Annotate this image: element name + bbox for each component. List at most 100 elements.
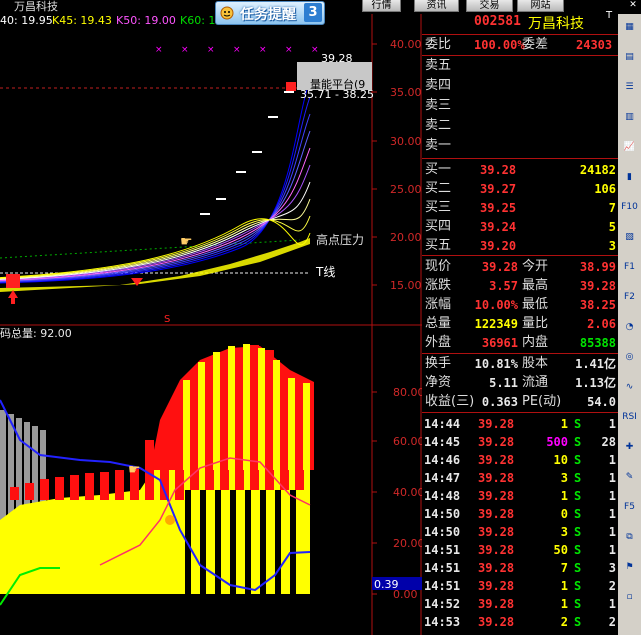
yellow-bar bbox=[296, 490, 304, 594]
ma-curve bbox=[0, 79, 311, 284]
note-icon[interactable]: ▧ bbox=[620, 228, 639, 247]
spacer-icon[interactable]: ▫ bbox=[620, 588, 639, 607]
fin-value: 10.81% bbox=[474, 357, 518, 371]
signal-marker: × bbox=[155, 45, 163, 55]
tick-count: 1 bbox=[608, 543, 616, 557]
buy-row[interactable]: 买四 39.24 5 bbox=[422, 218, 618, 236]
stock-name: 万昌科技 bbox=[528, 16, 584, 32]
tick-row[interactable]: 14:47 39.28 3 S 1 bbox=[422, 469, 618, 487]
fin-label: 流通 bbox=[522, 375, 549, 390]
fin-value: 54.0 bbox=[587, 395, 616, 409]
plus-icon[interactable]: ✚ bbox=[620, 438, 639, 457]
fin-label: 换手 bbox=[425, 356, 452, 371]
tick-row[interactable]: 14:51 39.28 50 S 1 bbox=[422, 541, 618, 559]
fin-label: 收益(三) bbox=[425, 394, 475, 409]
red-bar bbox=[10, 487, 19, 500]
tick-row[interactable]: 14:45 39.28 500 S 28 bbox=[422, 433, 618, 451]
tick-volume: 1 bbox=[560, 489, 568, 503]
tick-time: 14:52 bbox=[424, 597, 461, 611]
tick-row[interactable]: 14:50 39.28 3 S 1 bbox=[422, 523, 618, 541]
sell-row[interactable]: 卖二 bbox=[422, 117, 618, 135]
bar-chart-icon[interactable]: ▥ bbox=[620, 108, 639, 127]
signal-marker: × bbox=[207, 45, 215, 55]
f5-icon[interactable]: F5 bbox=[620, 498, 639, 517]
stat-label: 量比 bbox=[522, 316, 549, 331]
buy-arrow-icon bbox=[8, 290, 18, 304]
tick-side: S bbox=[574, 435, 582, 449]
tick-price: 39.28 bbox=[478, 615, 515, 629]
tick-row[interactable]: 14:53 39.28 2 S 2 bbox=[422, 613, 618, 631]
pie-icon[interactable]: ◔ bbox=[620, 318, 639, 337]
stat-label: 最低 bbox=[522, 297, 549, 312]
sell-label: 卖二 bbox=[425, 118, 452, 133]
stat-label: 总量 bbox=[425, 316, 452, 331]
stack-icon[interactable]: ⧉ bbox=[620, 528, 639, 547]
buy-row[interactable]: 买三 39.25 7 bbox=[422, 199, 618, 217]
list-icon[interactable]: ☰ bbox=[620, 78, 639, 97]
black-bar bbox=[230, 490, 236, 594]
candle-icon[interactable]: ▮ bbox=[620, 168, 639, 187]
pen-icon[interactable]: ✎ bbox=[620, 468, 639, 487]
buy-row[interactable]: 买五 39.20 3 bbox=[422, 237, 618, 255]
tick-row[interactable]: 14:50 39.28 0 S 1 bbox=[422, 505, 618, 523]
stat-value: 3.57 bbox=[489, 279, 518, 293]
line-chart-icon[interactable]: 📈 bbox=[620, 138, 639, 157]
chart-area[interactable]: 40.0035.0030.0025.0020.0015.0039.28量能平台(… bbox=[0, 0, 422, 635]
yellow-bar bbox=[251, 490, 259, 594]
y-tick-label: 40.00 bbox=[393, 486, 422, 499]
divider bbox=[422, 34, 618, 35]
flag-icon[interactable]: ⚑ bbox=[620, 558, 639, 577]
yellow-bar bbox=[236, 490, 244, 594]
signal-marker: × bbox=[233, 45, 241, 55]
tick-row[interactable]: 14:51 39.28 1 S 2 bbox=[422, 577, 618, 595]
circle-icon[interactable]: ◎ bbox=[620, 348, 639, 367]
wave-icon[interactable]: ∿ bbox=[620, 378, 639, 397]
fin-label: 股本 bbox=[522, 356, 549, 371]
buy-row[interactable]: 买一 39.28 24182 bbox=[422, 161, 618, 179]
tick-row[interactable]: 14:48 39.28 1 S 1 bbox=[422, 487, 618, 505]
top-button-2[interactable]: 交易 bbox=[466, 0, 513, 12]
sell-row[interactable]: 卖三 bbox=[422, 97, 618, 115]
finance-row: 换手 10.81% 股本 1.41亿 bbox=[422, 355, 618, 373]
buy-label: 买四 bbox=[425, 219, 452, 234]
black-bar bbox=[290, 490, 296, 594]
sell-row[interactable]: 卖五 bbox=[422, 57, 618, 75]
black-bar bbox=[260, 490, 266, 594]
tick-count: 28 bbox=[601, 435, 616, 449]
tick-row[interactable]: 14:44 39.28 1 S 1 bbox=[422, 415, 618, 433]
divider bbox=[422, 412, 618, 413]
tick-price: 39.28 bbox=[478, 453, 515, 467]
stock-header: 002581 万昌科技 T bbox=[422, 10, 618, 32]
buy-volume: 7 bbox=[608, 201, 616, 215]
buy-row[interactable]: 买二 39.27 106 bbox=[422, 180, 618, 198]
red-bar bbox=[100, 472, 109, 500]
y-tick-label: 80.00 bbox=[393, 386, 422, 399]
tick-price: 39.28 bbox=[478, 543, 515, 557]
stat-label: 最高 bbox=[522, 278, 549, 293]
f1-icon[interactable]: F1 bbox=[620, 258, 639, 277]
tick-row[interactable]: 14:52 39.28 1 S 1 bbox=[422, 595, 618, 613]
tick-count: 1 bbox=[608, 453, 616, 467]
yellow-bar bbox=[281, 490, 289, 594]
yellow-stripe bbox=[243, 344, 250, 470]
tick-row[interactable]: 14:46 39.28 10 S 1 bbox=[422, 451, 618, 469]
f2-icon[interactable]: F2 bbox=[620, 288, 639, 307]
top-button-3[interactable]: 网站 bbox=[517, 0, 564, 12]
f10-icon[interactable]: F10 bbox=[620, 198, 639, 217]
red-bar bbox=[115, 470, 124, 500]
rsi-icon[interactable]: RSI bbox=[620, 408, 639, 427]
sell-row[interactable]: 卖一 bbox=[422, 137, 618, 155]
tick-count: 2 bbox=[608, 579, 616, 593]
volume-sub-chart[interactable]: 码总量: 92.0080.0060.0040.0020.000.00☛0.39 bbox=[0, 325, 422, 635]
sell-row[interactable]: 卖四 bbox=[422, 77, 618, 95]
sell-label: 卖四 bbox=[425, 78, 452, 93]
stock-code: 002581 bbox=[474, 14, 521, 29]
sub-chart-title: 码总量: 92.00 bbox=[0, 326, 72, 340]
stat-value: 38.99 bbox=[579, 260, 616, 274]
grid-icon[interactable]: ▦ bbox=[620, 18, 639, 37]
tick-count: 1 bbox=[608, 597, 616, 611]
tick-row[interactable]: 14:51 39.28 7 S 3 bbox=[422, 559, 618, 577]
tick-count: 3 bbox=[608, 561, 616, 575]
close-icon[interactable]: ✕ bbox=[627, 0, 639, 11]
window-icon[interactable]: ▤ bbox=[620, 48, 639, 67]
